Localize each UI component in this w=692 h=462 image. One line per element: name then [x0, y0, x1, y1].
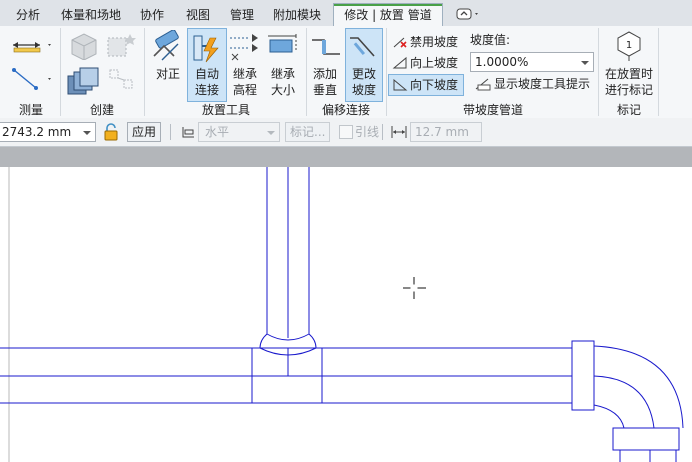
apply-button[interactable]: 应用	[127, 122, 162, 142]
chevron-down-icon	[82, 127, 92, 137]
horizontal-orientation-icon	[180, 124, 196, 140]
inherit-size-label-line2[interactable]: 大小	[264, 82, 302, 98]
viewport-gap	[0, 147, 692, 167]
assembly-icon[interactable]	[106, 66, 138, 98]
chevron-down-icon	[266, 127, 276, 137]
add-vertical-icon[interactable]	[310, 32, 342, 62]
tag-on-placement-label-line2[interactable]: 进行标记	[600, 82, 658, 98]
slope-up-label: 向上坡度	[410, 56, 459, 70]
tee-collar	[308, 333, 317, 349]
measure-along-element-icon[interactable]	[10, 66, 54, 92]
panel-label-tag: 标记	[616, 103, 641, 117]
tab-modify-place-pipe[interactable]: 修改 | 放置 管道	[333, 3, 443, 26]
change-slope-label-line2: 坡度	[351, 83, 376, 97]
tab-view[interactable]: 视图	[180, 5, 216, 25]
measure-between-refs-icon[interactable]	[10, 34, 54, 56]
elbow-coupling	[612, 427, 680, 451]
disable-slope-label: 禁用坡度	[410, 35, 459, 49]
justify-icon[interactable]	[148, 29, 186, 64]
tab-analyze[interactable]: 分析	[10, 5, 46, 25]
inherit-elevation-label-line1[interactable]: 继承	[226, 66, 264, 82]
slope-up-button[interactable]: 向上坡度	[390, 53, 464, 73]
options-bar: 2743.2 mm 应用 水平 标记... 引线 12.7 mm	[0, 118, 692, 147]
add-vertical-label-line1[interactable]: 添加	[306, 66, 344, 82]
elbow-center-arc	[593, 375, 655, 429]
options-separator	[382, 124, 383, 140]
slope-value-dropdown[interactable]: 1.0000%	[470, 52, 594, 72]
pipe-geometry	[0, 167, 684, 462]
inherit-size-icon[interactable]	[266, 32, 300, 62]
tag-on-placement-label-line1[interactable]: 在放置时	[600, 66, 658, 82]
slope-down-icon	[392, 78, 408, 92]
tab-addins[interactable]: 附加模块	[268, 5, 326, 25]
panel-label-placement-tools: 放置工具	[201, 103, 250, 117]
auto-connect-label-line1: 自动	[194, 67, 219, 81]
elbow-inner-arc	[593, 404, 625, 429]
leader-length-icon	[390, 124, 408, 140]
change-slope-icon	[348, 32, 378, 62]
slope-value-text: 1.0000%	[475, 55, 529, 69]
offset-value: 2743.2 mm	[2, 125, 72, 139]
panel-separator	[598, 28, 599, 116]
panel-separator	[386, 28, 387, 116]
tag-on-placement-icon[interactable]: 1	[614, 30, 644, 62]
show-slope-tooltip-button[interactable]: 显示坡度工具提示	[472, 74, 596, 94]
ribbon-tab-bar: 分析 体量和场地 协作 视图 管理 附加模块 修改 | 放置 管道	[0, 0, 692, 27]
panel-label-offset-connect: 偏移连接	[321, 103, 370, 117]
create-similar-icon[interactable]	[104, 30, 138, 60]
slope-down-button[interactable]: 向下坡度	[388, 74, 464, 96]
inherit-elevation-icon[interactable]	[228, 30, 262, 62]
chevron-down-icon	[580, 57, 590, 67]
panel-label-measure: 测量	[18, 103, 43, 117]
tag-options-button[interactable]: 标记...	[285, 122, 331, 142]
tab-massing-site[interactable]: 体量和场地	[58, 5, 124, 25]
slope-up-icon	[392, 56, 408, 70]
orientation-dropdown[interactable]: 水平	[198, 122, 280, 142]
disable-slope-button[interactable]: 禁用坡度	[390, 32, 464, 52]
auto-connect-label-line2: 连接	[194, 83, 219, 97]
orientation-value: 水平	[205, 125, 230, 139]
show-slope-tooltip-label: 显示坡度工具提示	[494, 77, 591, 91]
elbow-coupling	[571, 340, 595, 411]
elbow-outer-arc	[593, 345, 684, 429]
panel-label-create: 创建	[89, 103, 114, 117]
crosshair-cursor-icon	[403, 277, 426, 299]
parts-stack-icon[interactable]	[66, 66, 100, 98]
leader-length-input[interactable]: 12.7 mm	[410, 122, 482, 142]
panel-separator	[658, 28, 659, 116]
disable-slope-icon	[392, 35, 408, 49]
leader-checkbox[interactable]	[339, 125, 353, 139]
drawing-canvas[interactable]	[0, 167, 692, 462]
justify-button[interactable]: 对正	[148, 66, 188, 82]
offset-input[interactable]: 2743.2 mm	[0, 122, 96, 142]
inherit-elevation-label-line2[interactable]: 高程	[226, 82, 264, 98]
panel-separator	[144, 28, 145, 116]
svg-text:1: 1	[626, 40, 632, 51]
inherit-size-label-line1[interactable]: 继承	[264, 66, 302, 82]
tab-collaborate[interactable]: 协作	[134, 5, 170, 25]
auto-connect-icon	[192, 32, 222, 64]
ribbon: 测量 创建 对正 自动 连接 继承 高程 继承 大小 放置工具 添加 垂直 更改…	[0, 26, 692, 119]
slope-value-label: 坡度值:	[470, 33, 511, 47]
tee-collar	[259, 333, 268, 349]
lock-icon[interactable]	[103, 123, 119, 141]
slope-tooltip-icon	[474, 77, 492, 91]
add-vertical-label-line2[interactable]: 垂直	[306, 82, 344, 98]
tab-manage[interactable]: 管理	[224, 5, 260, 25]
pipe-drawing	[0, 167, 684, 462]
change-slope-label-line1: 更改	[351, 67, 376, 81]
slope-down-label: 向下坡度	[410, 78, 459, 92]
component-icon[interactable]	[66, 30, 102, 61]
leader-label: 引线	[355, 125, 380, 139]
panel-label-sloped-pipe: 带坡度管道	[462, 103, 523, 117]
panel-separator	[60, 28, 61, 116]
leader-length-value: 12.7 mm	[415, 125, 469, 139]
panel-toggle-icon[interactable]	[456, 7, 482, 21]
options-separator	[170, 124, 171, 140]
